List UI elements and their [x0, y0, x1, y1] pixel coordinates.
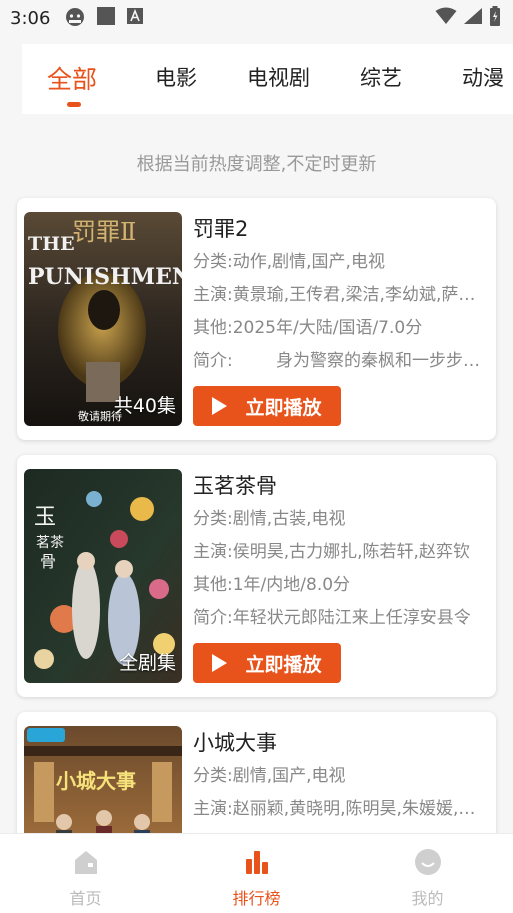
nav-profile-label: 我的	[411, 889, 444, 908]
svg-text:PUNISHMENT: PUNISHMENT	[28, 264, 182, 290]
show-other: 其他:2025年/大陆/国语/7.0分	[193, 318, 423, 338]
tab-anime[interactable]: 动漫	[462, 62, 504, 92]
tab-all[interactable]: 全部	[47, 60, 97, 96]
show-cast: 主演:黄景瑜,王传君,梁洁,李幼斌,萨日娜	[193, 285, 489, 305]
battery-icon	[489, 6, 501, 30]
play-icon	[212, 397, 228, 415]
nav-ranking[interactable]: 排行榜	[171, 834, 342, 913]
tab-tv-series[interactable]: 电视剧	[247, 62, 310, 92]
ranking-hint: 根据当前热度调整,不定时更新	[136, 154, 377, 175]
play-button-label: 立即播放	[245, 396, 322, 419]
nav-home-label: 首页	[69, 889, 102, 908]
nav-profile[interactable]: 我的	[342, 834, 513, 913]
ranking-icon	[242, 847, 272, 881]
show-title: 玉茗茶骨	[193, 474, 277, 498]
show-cast: 主演:赵丽颖,黄晓明,陈明昊,朱媛媛,胡军	[193, 799, 489, 819]
card-info: 玉茗茶骨 分类:剧情,古装,电视 主演:侯明昊,古力娜扎,陈若轩,赵弈钦 其他:…	[193, 469, 491, 635]
episode-count-badge: 全剧集	[118, 652, 176, 674]
play-now-button[interactable]: 立即播放	[193, 643, 341, 683]
show-category: 分类:剧情,古装,电视	[193, 509, 346, 529]
play-icon	[212, 654, 228, 672]
show-category: 分类:动作,剧情,国产,电视	[193, 252, 385, 272]
nav-ranking-label: 排行榜	[232, 889, 281, 908]
show-intro: 简介:年轻状元郎陆江来上任淳安县令	[193, 608, 471, 628]
square-icon	[96, 6, 116, 30]
tab-variety[interactable]: 综艺	[360, 62, 402, 92]
status-notification-icons	[64, 6, 144, 30]
episode-count-badge: 共40集	[113, 395, 176, 417]
svg-text:茗茶: 茗茶	[36, 535, 64, 551]
show-cast: 主演:侯明昊,古力娜扎,陈若轩,赵弈钦	[193, 542, 470, 562]
ranking-card[interactable]: 玉 茗茶 骨 全剧集 玉茗茶骨 分类:剧情,古装,电视 主演:侯明昊,古力娜扎,…	[17, 455, 496, 697]
ranking-card[interactable]: THE PUNISHMENT 罚罪Ⅱ 敬请期待 共40集 罚罪2 分类:动作,剧…	[17, 198, 496, 440]
poster-image[interactable]: 玉 茗茶 骨 全剧集	[24, 469, 182, 683]
svg-text:罚罪Ⅱ: 罚罪Ⅱ	[72, 218, 136, 246]
bottom-navigation: 首页 排行榜 我的	[0, 833, 513, 913]
tabs-panel: 全部 电影 电视剧 综艺 动漫	[22, 44, 513, 114]
svg-text:小城大事: 小城大事	[56, 769, 136, 793]
home-icon	[71, 847, 101, 881]
category-tab-bar: 全部 电影 电视剧 综艺 动漫	[0, 36, 513, 128]
card-info: 小城大事 分类:剧情,国产,电视 主演:赵丽颖,黄晓明,陈明昊,朱媛媛,胡军	[193, 726, 491, 826]
poster-image[interactable]: THE PUNISHMENT 罚罪Ⅱ 敬请期待 共40集	[24, 212, 182, 426]
svg-text:骨: 骨	[40, 552, 56, 571]
status-system-icons	[435, 6, 501, 30]
font-icon	[126, 7, 144, 29]
show-other: 其他:1年/内地/8.0分	[193, 575, 351, 595]
show-title: 罚罪2	[193, 217, 249, 241]
play-now-button[interactable]: 立即播放	[193, 386, 341, 426]
svg-text:THE: THE	[28, 233, 75, 255]
status-time: 3:06	[10, 7, 51, 29]
card-info: 罚罪2 分类:动作,剧情,国产,电视 主演:黄景瑜,王传君,梁洁,李幼斌,萨日娜…	[193, 212, 491, 378]
android-icon	[64, 6, 86, 30]
show-intro: 简介: 身为警察的秦枫和一步步追查	[193, 351, 489, 371]
signal-icon	[463, 7, 483, 29]
status-bar: 3:06	[0, 0, 513, 36]
svg-text:玉: 玉	[34, 505, 56, 530]
wifi-icon	[435, 7, 457, 29]
tab-movies[interactable]: 电影	[155, 62, 197, 92]
profile-icon	[413, 847, 443, 881]
show-title: 小城大事	[193, 731, 277, 755]
nav-home[interactable]: 首页	[0, 834, 171, 913]
play-button-label: 立即播放	[245, 653, 322, 676]
show-category: 分类:剧情,国产,电视	[193, 766, 346, 786]
active-tab-indicator	[67, 102, 81, 107]
